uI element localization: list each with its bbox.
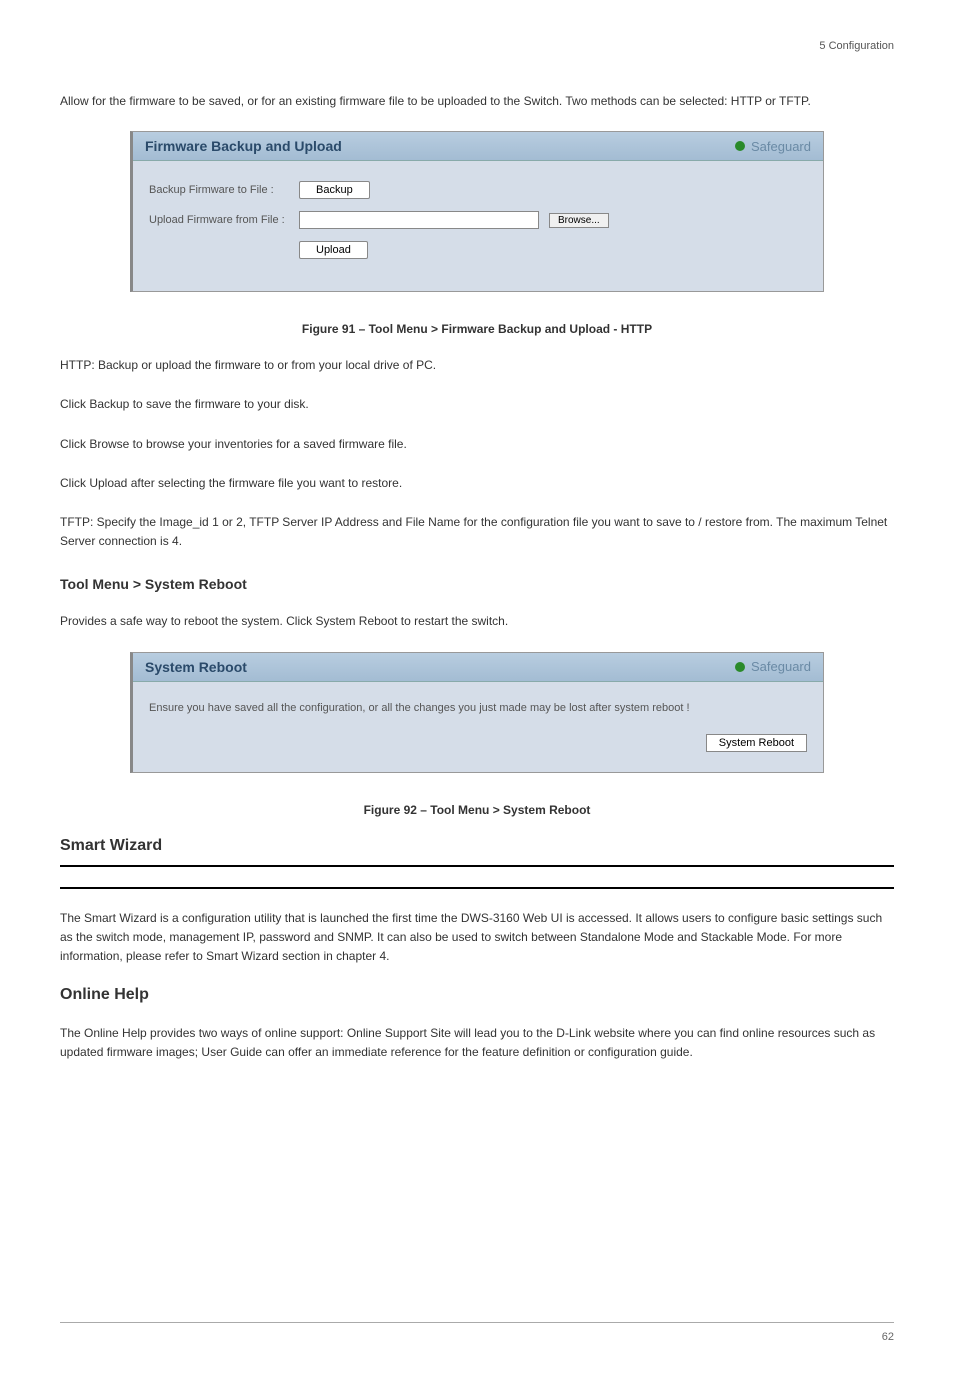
safeguard-label-2: Safeguard [751, 659, 811, 674]
smart-wizard-title: Smart Wizard [60, 837, 894, 855]
firmware-panel: Firmware Backup and Upload Safeguard Bac… [130, 131, 824, 292]
http-backup-text: Click Backup to save the firmware to you… [60, 395, 894, 414]
safeguard-indicator-2: Safeguard [735, 659, 811, 674]
online-help-title: Online Help [60, 986, 894, 1004]
smart-wizard-text: The Smart Wizard is a configuration util… [60, 909, 894, 967]
system-reboot-button[interactable]: System Reboot [706, 734, 807, 752]
divider-1 [60, 865, 894, 867]
reboot-warning: Ensure you have saved all the configurat… [149, 702, 807, 714]
reboot-panel-body: Ensure you have saved all the configurat… [133, 682, 823, 772]
online-help-text: The Online Help provides two ways of onl… [60, 1024, 894, 1062]
safeguard-label: Safeguard [751, 139, 811, 154]
upload-row: Upload Firmware from File : Browse... [149, 211, 807, 229]
tool-reboot-title: Tool Menu > System Reboot [60, 576, 894, 592]
safeguard-dot-icon-2 [735, 662, 745, 672]
browse-button[interactable]: Browse... [549, 213, 609, 228]
firmware-panel-header: Firmware Backup and Upload Safeguard [133, 132, 823, 161]
figure2-caption: Figure 92 – Tool Menu > System Reboot [60, 803, 894, 817]
http-browse-text: Click Browse to browse your inventories … [60, 435, 894, 454]
reboot-panel-title: System Reboot [145, 659, 247, 675]
page-footer: 62 [60, 1322, 894, 1343]
safeguard-dot-icon [735, 141, 745, 151]
backup-button[interactable]: Backup [299, 181, 370, 199]
http-upload-text: Click Upload after selecting the firmwar… [60, 474, 894, 493]
upload-btn-row: Upload [299, 241, 807, 259]
reboot-panel-header: System Reboot Safeguard [133, 653, 823, 682]
backup-label: Backup Firmware to File : [149, 184, 289, 196]
intro-text-1: Allow for the firmware to be saved, or f… [60, 92, 894, 111]
upload-button[interactable]: Upload [299, 241, 368, 259]
http-text: HTTP: Backup or upload the firmware to o… [60, 356, 894, 375]
tool-reboot-text: Provides a safe way to reboot the system… [60, 612, 894, 631]
tftp-text: TFTP: Specify the Image_id 1 or 2, TFTP … [60, 513, 894, 551]
backup-row: Backup Firmware to File : Backup [149, 181, 807, 199]
figure1-caption: Figure 91 – Tool Menu > Firmware Backup … [60, 322, 894, 336]
safeguard-indicator: Safeguard [735, 139, 811, 154]
upload-label: Upload Firmware from File : [149, 214, 289, 226]
page-header: 5 Configuration [60, 40, 894, 52]
firmware-panel-title: Firmware Backup and Upload [145, 138, 342, 154]
file-path-input[interactable] [299, 211, 539, 229]
firmware-panel-body: Backup Firmware to File : Backup Upload … [133, 161, 823, 291]
reboot-panel: System Reboot Safeguard Ensure you have … [130, 652, 824, 773]
divider-2 [60, 887, 894, 889]
